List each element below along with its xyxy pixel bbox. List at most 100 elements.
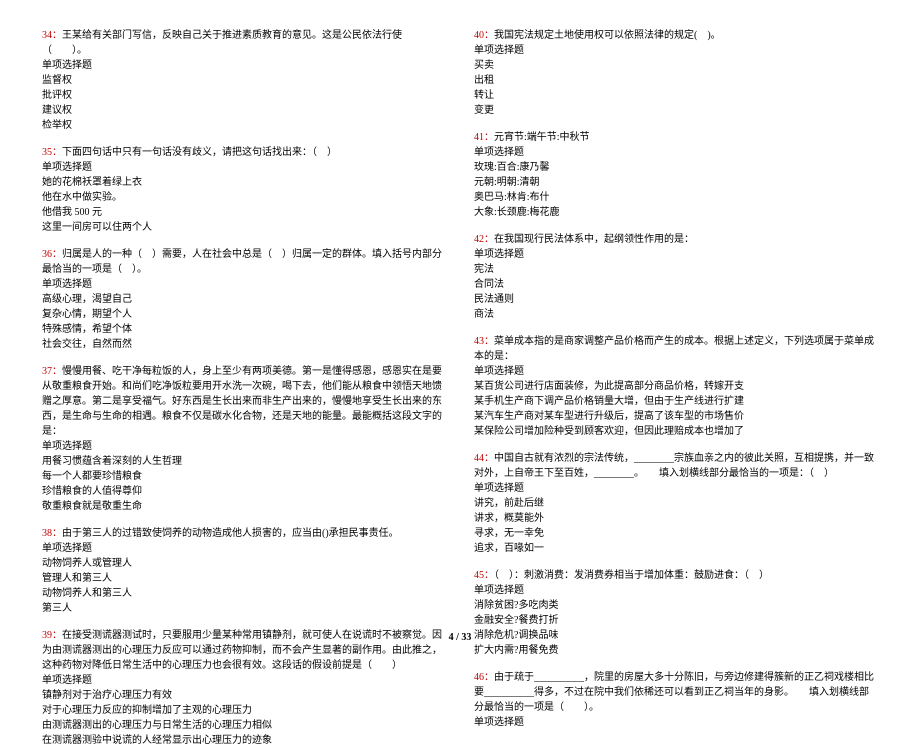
- stem-text: 王某给有关部门写信，反映自己关于推进素质教育的意见。这是公民依法行使（ ）。: [42, 30, 402, 56]
- stem-text: 下面四句话中只有一句话没有歧义，请把这句话找出来：（ ）: [62, 147, 337, 158]
- option: 这里一间房可以住两个人: [42, 220, 446, 235]
- option: 宪法: [474, 262, 878, 277]
- question-46: 46：由于疏于__________，院里的房屋大多十分陈旧，与旁边修建得簇新的正…: [474, 670, 878, 730]
- option: 珍惜粮食的人值得尊仰: [42, 484, 446, 499]
- left-column: 34：王某给有关部门写信，反映自己关于推进素质教育的意见。这是公民依法行使（ ）…: [42, 28, 446, 618]
- question-stem: 43：菜单成本指的是商家调整产品价格而产生的成本。根据上述定义，下列选项属于菜单…: [474, 334, 878, 364]
- option: 管理人和第三人: [42, 571, 446, 586]
- question-number: 44：: [474, 453, 494, 464]
- question-stem: 40：我国宪法规定土地使用权可以依照法律的规定( )。: [474, 28, 878, 43]
- question-37: 37：慢慢用餐、吃干净每粒饭的人，身上至少有两项美德。第一是懂得感恩，感恩实在是…: [42, 364, 446, 514]
- option: 他借我 500 元: [42, 205, 446, 220]
- option: 寻求，无一幸免: [474, 526, 878, 541]
- option: 每一个人都要珍惜粮食: [42, 469, 446, 484]
- question-type: 单项选择题: [42, 439, 446, 454]
- option: 第三人: [42, 601, 446, 616]
- option: 对于心理压力反应的抑制增加了主观的心理压力: [42, 703, 446, 718]
- option: 民法通则: [474, 292, 878, 307]
- stem-text: （ ）：刺激消费：发消费券相当于增加体重：鼓励进食：（ ）: [494, 570, 769, 581]
- question-number: 46：: [474, 672, 494, 683]
- option: 他在水中做实验。: [42, 190, 446, 205]
- stem-text: 在我国现行民法体系中，起纲领性作用的是：: [494, 234, 694, 245]
- option: 某保险公司增加险种受到顾客欢迎，但因此理赔成本也增加了: [474, 424, 878, 439]
- option: 玫瑰:百合:康乃馨: [474, 160, 878, 175]
- question-39: 39：在接受测谎器测试时，只要服用少量某种常用镇静剂，就可使人在说谎时不被察觉。…: [42, 628, 446, 748]
- question-number: 34：: [42, 30, 62, 41]
- stem-text: 慢慢用餐、吃干净每粒饭的人，身上至少有两项美德。第一是懂得感恩，感恩实在是要从敬…: [42, 366, 442, 437]
- option: 动物饲养人和第三人: [42, 586, 446, 601]
- stem-text: 元宵节:端午节:中秋节: [494, 132, 590, 143]
- stem-text: 由于第三人的过错致使饲养的动物造成他人损害的，应当由()承担民事责任。: [62, 528, 399, 539]
- question-34: 34：王某给有关部门写信，反映自己关于推进素质教育的意见。这是公民依法行使（ ）…: [42, 28, 446, 133]
- question-41: 41：元宵节:端午节:中秋节 单项选择题 玫瑰:百合:康乃馨 元朝:明朝:清朝 …: [474, 130, 878, 220]
- question-stem: 44：中国自古就有浓烈的宗法传统，________宗族血亲之内的彼此关照，互相提…: [474, 451, 878, 481]
- question-type: 单项选择题: [474, 43, 878, 58]
- question-number: 41：: [474, 132, 494, 143]
- option: 她的花棉袄罩着绿上衣: [42, 175, 446, 190]
- question-45: 45：（ ）：刺激消费：发消费券相当于增加体重：鼓励进食：（ ） 单项选择题 消…: [474, 568, 878, 658]
- question-stem: 41：元宵节:端午节:中秋节: [474, 130, 878, 145]
- question-type: 单项选择题: [474, 583, 878, 598]
- two-column-layout: 34：王某给有关部门写信，反映自己关于推进素质教育的意见。这是公民依法行使（ ）…: [42, 28, 878, 618]
- option: 镇静剂对于治疗心理压力有效: [42, 688, 446, 703]
- option: 大象:长颈鹿:梅花鹿: [474, 205, 878, 220]
- option: 特殊感情，希望个体: [42, 322, 446, 337]
- option: 复杂心情，期望个人: [42, 307, 446, 322]
- question-number: 42：: [474, 234, 494, 245]
- stem-text: 归属是人的一种（ ）需要，人在社会中总是（ ）归属一定的群体。填入括号内部分最恰…: [42, 249, 442, 275]
- question-stem: 46：由于疏于__________，院里的房屋大多十分陈旧，与旁边修建得簇新的正…: [474, 670, 878, 715]
- option: 金融安全?餐费打折: [474, 613, 878, 628]
- question-type: 单项选择题: [474, 247, 878, 262]
- question-type: 单项选择题: [42, 277, 446, 292]
- option: 建议权: [42, 103, 446, 118]
- question-type: 单项选择题: [474, 364, 878, 379]
- question-stem: 34：王某给有关部门写信，反映自己关于推进素质教育的意见。这是公民依法行使（ ）…: [42, 28, 446, 58]
- option: 元朝:明朝:清朝: [474, 175, 878, 190]
- question-type: 单项选择题: [474, 481, 878, 496]
- page-number: 4 / 33: [0, 632, 920, 643]
- question-type: 单项选择题: [42, 541, 446, 556]
- option: 高级心理，渴望自己: [42, 292, 446, 307]
- question-38: 38：由于第三人的过错致使饲养的动物造成他人损害的，应当由()承担民事责任。 单…: [42, 526, 446, 616]
- question-number: 45：: [474, 570, 494, 581]
- question-stem: 36：归属是人的一种（ ）需要，人在社会中总是（ ）归属一定的群体。填入括号内部…: [42, 247, 446, 277]
- question-35: 35：下面四句话中只有一句话没有歧义，请把这句话找出来：（ ） 单项选择题 她的…: [42, 145, 446, 235]
- question-43: 43：菜单成本指的是商家调整产品价格而产生的成本。根据上述定义，下列选项属于菜单…: [474, 334, 878, 439]
- option: 变更: [474, 103, 878, 118]
- option: 追求，百喙如一: [474, 541, 878, 556]
- option: 某手机生产商下调产品价格销量大增，但由于生产线进行扩建: [474, 394, 878, 409]
- question-36: 36：归属是人的一种（ ）需要，人在社会中总是（ ）归属一定的群体。填入括号内部…: [42, 247, 446, 352]
- question-stem: 35：下面四句话中只有一句话没有歧义，请把这句话找出来：（ ）: [42, 145, 446, 160]
- question-type: 单项选择题: [474, 145, 878, 160]
- option: 出租: [474, 73, 878, 88]
- option: 讲究，前赴后继: [474, 496, 878, 511]
- question-stem: 45：（ ）：刺激消费：发消费券相当于增加体重：鼓励进食：（ ）: [474, 568, 878, 583]
- option: 动物饲养人或管理人: [42, 556, 446, 571]
- question-44: 44：中国自古就有浓烈的宗法传统，________宗族血亲之内的彼此关照，互相提…: [474, 451, 878, 556]
- option: 合同法: [474, 277, 878, 292]
- stem-text: 菜单成本指的是商家调整产品价格而产生的成本。根据上述定义，下列选项属于菜单成本的…: [474, 336, 874, 362]
- stem-text: 中国自古就有浓烈的宗法传统，________宗族血亲之内的彼此关照，互相提携，并…: [474, 453, 874, 479]
- question-40: 40：我国宪法规定土地使用权可以依照法律的规定( )。 单项选择题 买卖 出租 …: [474, 28, 878, 118]
- option: 批评权: [42, 88, 446, 103]
- option: 商法: [474, 307, 878, 322]
- option: 消除贫困?多吃肉类: [474, 598, 878, 613]
- stem-text: 由于疏于__________，院里的房屋大多十分陈旧，与旁边修建得簇新的正乙祠戏…: [474, 672, 874, 713]
- option: 监督权: [42, 73, 446, 88]
- option: 在测谎器测验中说谎的人经常显示出心理压力的迹象: [42, 733, 446, 748]
- question-number: 40：: [474, 30, 494, 41]
- question-number: 36：: [42, 249, 62, 260]
- option: 买卖: [474, 58, 878, 73]
- question-type: 单项选择题: [42, 58, 446, 73]
- question-number: 38：: [42, 528, 62, 539]
- option: 用餐习惯蕴含着深刻的人生哲理: [42, 454, 446, 469]
- question-number: 35：: [42, 147, 62, 158]
- question-stem: 42：在我国现行民法体系中，起纲领性作用的是：: [474, 232, 878, 247]
- question-stem: 38：由于第三人的过错致使饲养的动物造成他人损害的，应当由()承担民事责任。: [42, 526, 446, 541]
- question-type: 单项选择题: [42, 673, 446, 688]
- question-number: 43：: [474, 336, 494, 347]
- option: 由测谎器测出的心理压力与日常生活的心理压力相似: [42, 718, 446, 733]
- option: 某汽车生产商对某车型进行升级后，提高了该车型的市场售价: [474, 409, 878, 424]
- option: 社会交往，自然而然: [42, 337, 446, 352]
- option: 转让: [474, 88, 878, 103]
